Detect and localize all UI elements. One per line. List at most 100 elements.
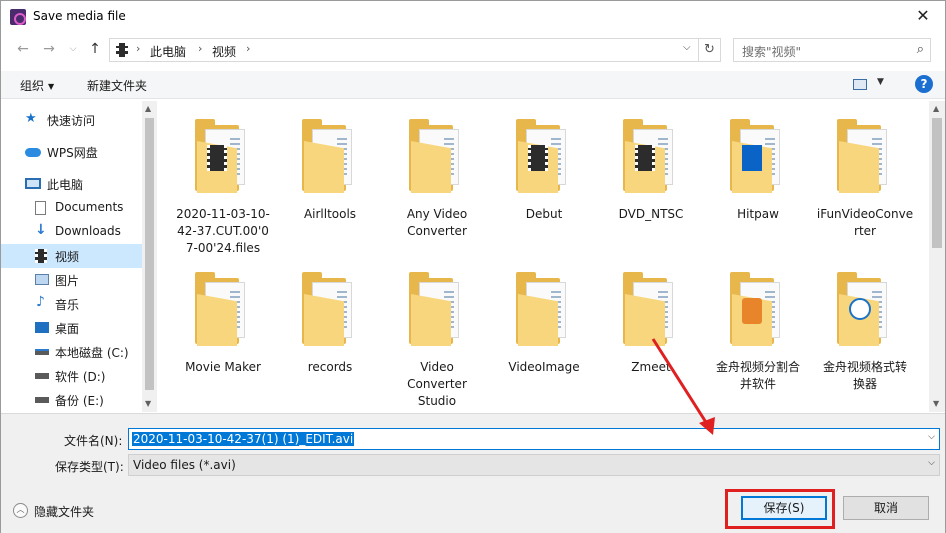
sidebar-item-desktop[interactable]: 桌面 [1, 316, 142, 340]
folder-icon [837, 272, 895, 346]
chevron-down-icon[interactable]: ⌵ [928, 458, 935, 468]
chevron-up-icon[interactable]: ︿ [13, 503, 28, 518]
recent-dropdown-icon[interactable]: ⌵ [63, 39, 83, 59]
breadcrumb-videos[interactable]: 视频 [212, 43, 236, 60]
app-icon [10, 9, 26, 25]
folder-name-line: 42-37.CUT.00'0 [177, 224, 269, 238]
folder-label: Hitpaw [706, 206, 810, 223]
view-dropdown-icon[interactable]: ▼ [877, 77, 884, 87]
close-icon[interactable]: ✕ [901, 1, 945, 31]
navigation-pane: ★ 快速访问 WPS网盘 此电脑 Documents ↓ Downloads 视… [1, 101, 157, 412]
folder-item[interactable]: 2020-11-03-10- 42-37.CUT.00'0 7-00'24.file… [171, 101, 275, 255]
hide-folders-toggle[interactable]: 隐藏文件夹 [34, 503, 94, 520]
folder-item[interactable]: VideoImage [492, 254, 596, 404]
sidebar-item-quick-access[interactable]: ★ 快速访问 [1, 108, 142, 132]
filetype-value: Video files (*.avi) [133, 458, 236, 472]
sidebar-item-downloads[interactable]: ↓ Downloads [1, 220, 142, 244]
folder-name-line: records [307, 360, 353, 374]
scroll-up-icon[interactable]: ▲ [145, 104, 151, 113]
filename-input[interactable]: 2020-11-03-10-42-37(1) (1)_EDIT.avi ⌵ [128, 428, 940, 450]
sidebar-item-label: 桌面 [55, 322, 80, 336]
organize-menu[interactable]: 组织 ▼ [20, 77, 54, 94]
folder-item[interactable]: records [278, 254, 382, 404]
navigation-scrollbar[interactable]: ▲ ▼ [142, 101, 157, 412]
annotation-arrow-icon [651, 338, 715, 435]
folder-icon [409, 119, 467, 193]
windows-logo-icon [742, 145, 762, 171]
cancel-button[interactable]: 取消 [843, 496, 929, 520]
scroll-up-icon[interactable]: ▲ [933, 104, 939, 113]
sidebar-item-pictures[interactable]: 图片 [1, 268, 142, 292]
folder-name-line: Converter [407, 377, 467, 391]
sidebar-item-documents[interactable]: Documents [1, 196, 142, 220]
folder-name-line: 2020-11-03-10- [176, 207, 270, 221]
folder-label: VideoImage [492, 359, 596, 376]
search-icon[interactable]: ⌕ [917, 42, 924, 57]
up-arrow-icon[interactable]: ↑ [85, 39, 105, 59]
sidebar-item-label: WPS网盘 [47, 146, 98, 160]
address-dropdown-icon[interactable]: ⌵ [683, 42, 691, 53]
folder-name-line: Any Video [406, 207, 468, 221]
search-input[interactable]: 搜索"视频" ⌕ [733, 38, 931, 62]
sidebar-item-wps-cloud[interactable]: WPS网盘 [1, 140, 142, 164]
sidebar-item-label: Documents [55, 200, 124, 214]
drive-icon [35, 397, 49, 403]
chevron-down-icon[interactable]: ⌵ [928, 432, 935, 442]
sidebar-item-label: 备份 (E:) [55, 394, 104, 408]
back-arrow-icon[interactable]: ← [13, 39, 33, 59]
folder-name-line: Studio [417, 394, 457, 408]
folder-item[interactable]: Hitpaw [706, 101, 810, 251]
folder-item[interactable]: Video Converter Studio [385, 254, 489, 408]
folder-item[interactable]: Debut [492, 101, 596, 251]
view-mode-icon[interactable] [853, 79, 867, 90]
scroll-down-icon[interactable]: ▼ [933, 399, 939, 408]
breadcrumb-this-pc[interactable]: 此电脑 [150, 43, 186, 60]
search-placeholder: 搜索"视频" [742, 45, 802, 59]
folder-icon [837, 119, 895, 193]
sidebar-item-label: 视频 [55, 250, 80, 264]
video-icon [35, 249, 47, 263]
folder-name-line: DVD_NTSC [618, 207, 684, 221]
folder-name-line: 金舟视频格式转 [822, 360, 907, 374]
folder-item[interactable]: DVD_NTSC [599, 101, 703, 251]
folder-icon [730, 272, 788, 346]
folder-name-line: 换器 [852, 377, 877, 391]
organize-label: 组织 [20, 79, 45, 93]
sidebar-item-music[interactable]: ♪ 音乐 [1, 292, 142, 316]
folder-item[interactable]: 金舟视频格式转 换器 [813, 254, 917, 404]
picture-icon [35, 274, 49, 285]
folder-item[interactable]: Any Video Converter [385, 101, 489, 251]
filetype-label: 保存类型(T): [55, 460, 124, 474]
cloud-icon [25, 148, 41, 157]
folder-icon [195, 272, 253, 346]
file-list-scrollbar[interactable]: ▲ ▼ [929, 101, 945, 412]
folder-item[interactable]: Airlltools [278, 101, 382, 251]
sidebar-item-drive-e[interactable]: 备份 (E:) [1, 388, 142, 412]
scrollbar-thumb[interactable] [145, 118, 154, 390]
app-logo-icon [742, 298, 762, 324]
sidebar-item-label: 图片 [55, 274, 80, 288]
folder-label: Debut [492, 206, 596, 223]
folder-name-line: Hitpaw [737, 207, 779, 221]
folder-icon [730, 119, 788, 193]
video-folder-icon [116, 43, 128, 57]
sidebar-item-drive-d[interactable]: 软件 (D:) [1, 364, 142, 388]
help-icon[interactable]: ? [915, 75, 933, 93]
sidebar-item-this-pc[interactable]: 此电脑 [1, 172, 142, 196]
forward-arrow-icon[interactable]: → [39, 39, 59, 59]
sidebar-item-drive-c[interactable]: 本地磁盘 (C:) [1, 340, 142, 364]
sidebar-item-videos[interactable]: 视频 [1, 244, 142, 268]
folder-icon [623, 119, 681, 193]
folder-item[interactable]: iFunVideoConve rter [813, 101, 917, 251]
filetype-select[interactable]: Video files (*.avi) ⌵ [128, 454, 940, 476]
folder-label: Airlltools [278, 206, 382, 223]
folder-label: 2020-11-03-10- 42-37.CUT.00'0 7-00'24.file… [171, 206, 275, 257]
refresh-icon[interactable]: ↻ [699, 38, 721, 62]
address-bar[interactable]: › 此电脑 › 视频 › ⌵ [109, 38, 699, 62]
scrollbar-thumb[interactable] [932, 118, 942, 248]
desktop-icon [35, 322, 49, 333]
folder-item[interactable]: Movie Maker [171, 254, 275, 404]
folder-name-line: Video [420, 360, 454, 374]
scroll-down-icon[interactable]: ▼ [145, 399, 151, 408]
new-folder-button[interactable]: 新建文件夹 [87, 77, 147, 94]
